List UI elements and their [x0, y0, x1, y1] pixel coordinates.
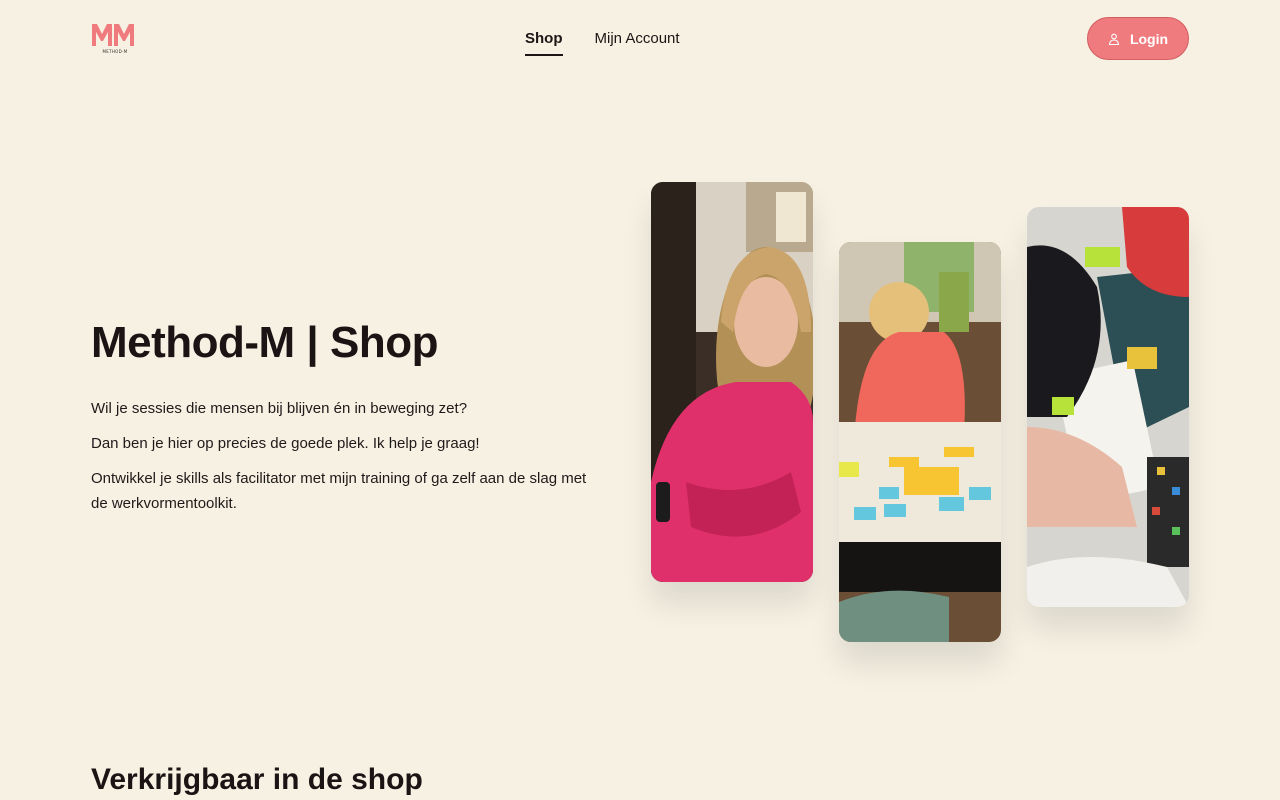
section-title: Verkrijgbaar in de shop [91, 763, 423, 796]
nav-item-mijn-account[interactable]: Mijn Account [595, 22, 680, 56]
page: METHOD-M Shop Mijn Account Login Method-… [0, 0, 1280, 800]
hero-paragraph: Dan ben je hier op precies de goede plek… [91, 435, 480, 452]
hero-paragraph: Ontwikkel je skills als facilitator met … [91, 470, 587, 512]
nav-item-shop[interactable]: Shop [525, 22, 563, 56]
user-icon [1108, 33, 1120, 45]
page-title: Method-M | Shop [91, 318, 438, 367]
hero-photo-workshop [839, 242, 1001, 642]
login-label: Login [1129, 30, 1169, 47]
brand-logo[interactable]: METHOD-M [91, 22, 137, 56]
hero-intro: Wil je sessies die mensen bij blijven én… [91, 396, 601, 526]
hero-paragraph: Wil je sessies die mensen bij blijven én… [91, 400, 468, 417]
logo-mark-icon [92, 24, 134, 46]
hero-photo-tabletop [1027, 207, 1189, 607]
logo-text: METHOD-M [102, 49, 128, 54]
hero-photo-portrait [651, 182, 813, 582]
login-button[interactable]: Login [1087, 17, 1189, 60]
main-nav: Shop Mijn Account [525, 22, 680, 56]
